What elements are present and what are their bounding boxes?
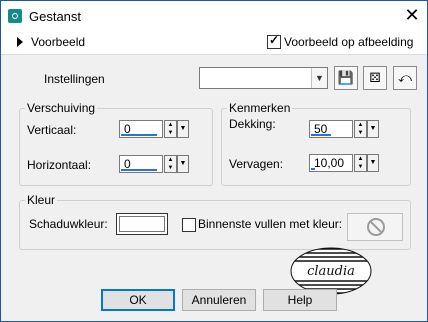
horizontal-range-icon[interactable]: ▼ <box>177 155 189 173</box>
vertical-label: Verticaal: <box>27 123 77 137</box>
opacity-input[interactable]: 50 <box>309 120 353 138</box>
save-preset-icon: 💾 <box>337 70 355 85</box>
vertical-slider-bar[interactable] <box>121 134 157 136</box>
blur-label: Vervagen: <box>229 157 284 171</box>
opacity-range-icon[interactable]: ▼ <box>367 120 379 138</box>
vertical-spin-icon[interactable]: ▲ ▼ <box>164 120 177 138</box>
blur-value: 10,00 <box>314 156 345 170</box>
preview-toggle-label[interactable]: Voorbeeld <box>31 35 85 49</box>
settings-label: Instellingen <box>44 72 105 86</box>
preview-on-image-checkbox[interactable] <box>267 33 281 49</box>
shadow-color-label: Schaduwkleur: <box>29 217 108 231</box>
dialog-window: Gestanst ✕ Voorbeeld Voorbeeld op afbeel… <box>0 0 428 322</box>
offset-group-title: Verschuiving <box>25 101 98 115</box>
shadow-color-swatch[interactable] <box>116 213 168 235</box>
help-button[interactable]: Help <box>263 289 337 311</box>
blur-spin-icon[interactable]: ▲ ▼ <box>354 154 367 172</box>
vertical-input[interactable]: 0 <box>119 120 163 138</box>
title-bar: Gestanst ✕ <box>1 1 427 30</box>
reset-preset-button[interactable]: ⤺ <box>393 66 417 90</box>
fill-inside-checkbox[interactable] <box>182 218 196 232</box>
vertical-range-icon[interactable]: ▼ <box>177 120 189 138</box>
blur-input[interactable]: 10,00 <box>309 154 353 172</box>
horizontal-spin-icon[interactable]: ▲ ▼ <box>164 155 177 173</box>
preview-band: Voorbeeld Voorbeeld op afbeelding <box>1 30 427 55</box>
horizontal-label: Horizontaal: <box>27 158 92 172</box>
fill-color-swatch[interactable] <box>347 213 403 241</box>
properties-group-title: Kenmerken <box>227 101 293 115</box>
horizontal-input[interactable]: 0 <box>119 155 163 173</box>
close-icon[interactable]: ✕ <box>401 4 423 26</box>
save-preset-button[interactable]: 💾 <box>334 66 358 90</box>
cancel-button[interactable]: Annuleren <box>182 289 256 311</box>
color-group-title: Kleur <box>25 193 58 207</box>
ok-button[interactable]: OK <box>101 289 175 311</box>
app-icon <box>8 9 22 23</box>
blur-slider-bar[interactable] <box>311 168 315 170</box>
opacity-slider-bar[interactable] <box>311 134 331 136</box>
horizontal-slider-bar[interactable] <box>121 169 157 171</box>
blur-range-icon[interactable]: ▼ <box>367 154 379 172</box>
watermark-text: claudia <box>307 264 355 279</box>
opacity-label: Dekking: <box>229 117 276 131</box>
no-color-icon <box>367 218 385 236</box>
window-title: Gestanst <box>29 9 82 24</box>
chevron-down-icon[interactable]: ▼ <box>311 68 327 88</box>
reset-preset-icon: ⤺ <box>398 70 412 85</box>
settings-dropdown[interactable]: ▼ <box>199 67 328 89</box>
random-preset-button[interactable]: ⚄ <box>363 66 387 90</box>
fill-inside-label[interactable]: Binnenste vullen met kleur: <box>198 217 342 231</box>
preview-on-image-label[interactable]: Voorbeeld op afbeelding <box>284 35 413 49</box>
opacity-spin-icon[interactable]: ▲ ▼ <box>354 120 367 138</box>
expand-arrow-icon[interactable] <box>17 37 23 47</box>
random-preset-icon: ⚄ <box>369 70 381 85</box>
